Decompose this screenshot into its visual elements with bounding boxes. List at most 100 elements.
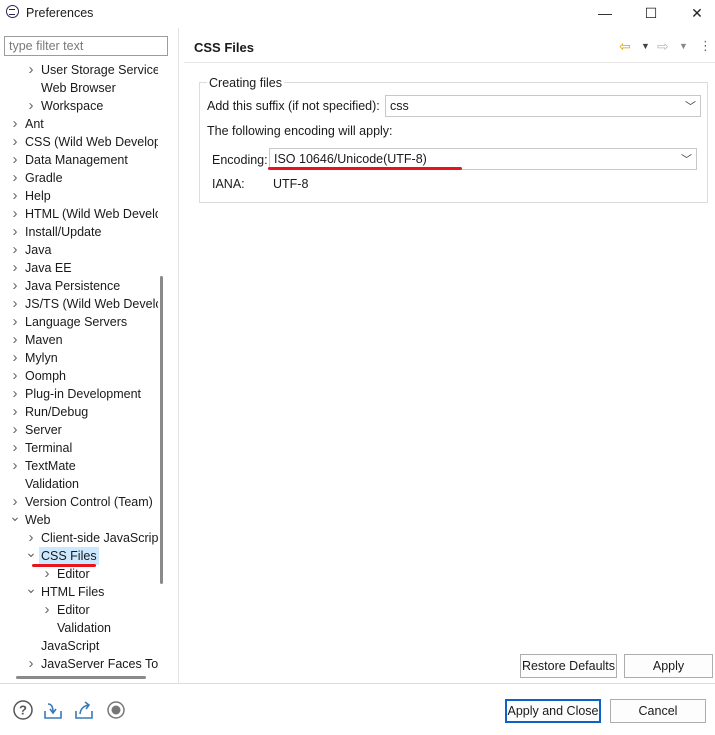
tree-item[interactable]: › Workspace (0, 97, 158, 115)
tree-item[interactable]: › Gradle (0, 169, 158, 187)
tree-item[interactable]: › Version Control (Team) (0, 493, 158, 511)
tree-item[interactable]: › Help (0, 187, 158, 205)
chevron-right-icon[interactable]: › (25, 655, 37, 672)
tree-item[interactable]: JavaScript (0, 637, 158, 655)
chevron-down-icon[interactable]: ⌄ (25, 581, 37, 601)
tree-item[interactable]: ⌄ Web (0, 509, 158, 529)
tree-item[interactable]: Web Browser (0, 79, 158, 97)
chevron-right-icon[interactable]: › (9, 367, 21, 385)
tree-item-label: Web (25, 513, 51, 527)
tree-item[interactable]: › CSS (Wild Web Develop (0, 133, 159, 151)
back-arrow-icon[interactable]: ⇦ (619, 37, 631, 55)
chevron-down-icon: ﹀ (681, 154, 692, 166)
chevron-right-icon[interactable]: › (9, 277, 21, 295)
help-icon[interactable]: ? (12, 699, 34, 721)
tree-item[interactable]: › User Storage Service (0, 61, 159, 79)
close-button[interactable]: ✕ (680, 3, 714, 23)
chevron-right-icon[interactable]: › (25, 61, 37, 79)
forward-dropdown-icon[interactable]: ▼ (679, 37, 688, 55)
tree-item-label: Validation (57, 621, 111, 635)
tree-item[interactable]: › HTML (Wild Web Develc (0, 205, 159, 223)
forward-arrow-icon[interactable]: ⇨ (657, 37, 669, 55)
tree-item[interactable]: › Java (0, 241, 158, 259)
restore-defaults-button[interactable]: Restore Defaults (520, 654, 617, 678)
chevron-right-icon[interactable]: › (9, 259, 21, 277)
tree-horizontal-scrollbar[interactable] (16, 676, 146, 679)
chevron-right-icon[interactable]: › (9, 223, 21, 241)
tree-item[interactable]: › Oomph (0, 367, 158, 385)
chevron-down-icon[interactable]: ⌄ (9, 509, 21, 529)
chevron-right-icon[interactable]: › (9, 403, 21, 421)
filter-input[interactable] (4, 36, 168, 56)
chevron-right-icon[interactable]: › (9, 385, 21, 403)
record-icon[interactable] (105, 699, 127, 721)
chevron-down-icon[interactable]: ⌄ (25, 545, 37, 565)
tree-item[interactable]: › Client-side JavaScript (0, 529, 159, 547)
chevron-right-icon[interactable]: › (9, 295, 21, 313)
tree-item[interactable]: ⌄ CSS Files (0, 545, 158, 565)
tree-item[interactable]: › Editor (0, 601, 158, 619)
tree-item-label: HTML (Wild Web Develc (25, 207, 158, 221)
back-dropdown-icon[interactable]: ▼ (641, 37, 650, 55)
tree-item-label: CSS Files (39, 547, 99, 565)
tree-item[interactable]: › JS/TS (Wild Web Develc (0, 295, 159, 313)
tree-item[interactable]: › Plug-in Development (0, 385, 158, 403)
tree-item-label: Help (25, 189, 51, 203)
apply-button[interactable]: Apply (624, 654, 713, 678)
tree-item-label: Gradle (25, 171, 63, 185)
chevron-right-icon[interactable]: › (41, 601, 53, 619)
tree-item[interactable]: Validation (0, 619, 158, 637)
tree-item-label: JS/TS (Wild Web Develc (25, 297, 158, 311)
tree-item-label: Language Servers (25, 315, 128, 329)
tree-item[interactable]: › Language Servers (0, 313, 158, 331)
import-icon[interactable] (42, 699, 64, 721)
tree-item[interactable]: › Editor (0, 565, 158, 583)
chevron-right-icon[interactable]: › (9, 169, 21, 187)
chevron-right-icon[interactable]: › (25, 97, 37, 115)
tree-item[interactable]: › Ant (0, 115, 158, 133)
tree-item-label: User Storage Service (41, 63, 158, 77)
chevron-right-icon[interactable]: › (9, 349, 21, 367)
suffix-value: css (390, 99, 409, 113)
tree-item[interactable]: › Run/Debug (0, 403, 158, 421)
tree-item[interactable]: › Java EE (0, 259, 158, 277)
minimize-button[interactable]: — (588, 3, 622, 23)
chevron-right-icon[interactable]: › (9, 331, 21, 349)
chevron-right-icon[interactable]: › (9, 241, 21, 259)
tree-vertical-scrollbar[interactable] (160, 276, 163, 584)
chevron-right-icon[interactable]: › (41, 565, 53, 583)
apply-and-close-button[interactable]: Apply and Close (505, 699, 601, 723)
chevron-right-icon[interactable]: › (9, 133, 21, 151)
tree-item[interactable]: › Maven (0, 331, 158, 349)
tree-item-label: JavaServer Faces Too (41, 657, 158, 671)
preferences-tree[interactable]: › User Storage Service Web Browser › Workspa… (0, 60, 158, 672)
chevron-right-icon[interactable]: › (9, 457, 21, 475)
chevron-right-icon[interactable]: › (9, 187, 21, 205)
tree-item[interactable]: › JavaServer Faces Too (0, 655, 159, 672)
group-title: Creating files (207, 76, 284, 90)
pane-divider[interactable] (178, 28, 179, 683)
tree-item[interactable]: › Server (0, 421, 158, 439)
export-icon[interactable] (73, 699, 95, 721)
tree-item[interactable]: › Data Management (0, 151, 158, 169)
chevron-right-icon[interactable]: › (9, 115, 21, 133)
tree-item[interactable]: › Java Persistence (0, 277, 158, 295)
chevron-right-icon[interactable]: › (9, 151, 21, 169)
tree-item-label: CSS (Wild Web Develop (25, 135, 158, 149)
chevron-right-icon[interactable]: › (9, 421, 21, 439)
chevron-right-icon[interactable]: › (9, 205, 21, 223)
cancel-button[interactable]: Cancel (610, 699, 706, 723)
chevron-right-icon[interactable]: › (9, 439, 21, 457)
suffix-combo[interactable]: css ﹀ (385, 95, 701, 117)
maximize-button[interactable]: ☐ (634, 3, 668, 23)
tree-item[interactable]: › TextMate (0, 457, 158, 475)
tree-item[interactable]: ⌄ HTML Files (0, 581, 158, 601)
tree-item[interactable]: › Terminal (0, 439, 158, 457)
chevron-right-icon[interactable]: › (9, 313, 21, 331)
view-menu-icon[interactable]: ⋮ (699, 37, 712, 55)
tree-item[interactable]: › Install/Update (0, 223, 158, 241)
tree-item[interactable]: › Mylyn (0, 349, 158, 367)
encoding-annotation-underline (268, 167, 462, 170)
tree-item-label: Mylyn (25, 351, 58, 365)
tree-item[interactable]: Validation (0, 475, 158, 493)
